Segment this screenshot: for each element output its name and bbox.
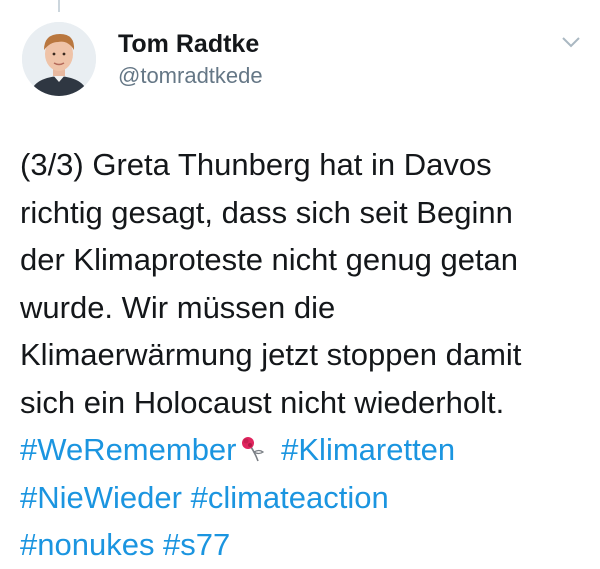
hashtag-line-partial[interactable]: #nonukes #s77 bbox=[20, 521, 590, 569]
hashtag-climateaction[interactable]: #climateaction bbox=[191, 480, 389, 515]
avatar[interactable] bbox=[22, 22, 96, 96]
tweet-text-line: der Klimaproteste nicht genug getan bbox=[20, 242, 519, 277]
chevron-down-icon[interactable] bbox=[560, 34, 582, 50]
tweet-text-line: Klimaerwärmung jetzt stoppen damit bbox=[20, 337, 522, 372]
author-handle[interactable]: @tomradtkede bbox=[118, 63, 263, 89]
tweet-text-line: wurde. Wir müssen die bbox=[20, 289, 336, 325]
hashtag-line: #WeRemember #Klimaretten bbox=[20, 426, 590, 474]
tweet-text: (3/3) Greta Thunberg hat in Davos richti… bbox=[20, 141, 590, 569]
tweet-text-line: (3/3) Greta Thunberg hat in Davos bbox=[20, 147, 492, 182]
hashtag-niewieder[interactable]: #NieWieder bbox=[20, 480, 182, 515]
hashtag-weremember[interactable]: #WeRemember bbox=[20, 432, 237, 467]
author-display-name[interactable]: Tom Radtke bbox=[118, 30, 259, 59]
thread-connector bbox=[58, 0, 60, 12]
rose-icon bbox=[239, 429, 271, 462]
hashtag-line: #NieWieder #climateaction bbox=[20, 474, 590, 522]
tweet-text-line: sich ein Holocaust nicht wiederholt. bbox=[20, 384, 505, 420]
hashtag-klimaretten[interactable]: #Klimaretten bbox=[281, 432, 455, 467]
tweet-text-line: richtig gesagt, dass sich seit Beginn bbox=[20, 194, 513, 230]
